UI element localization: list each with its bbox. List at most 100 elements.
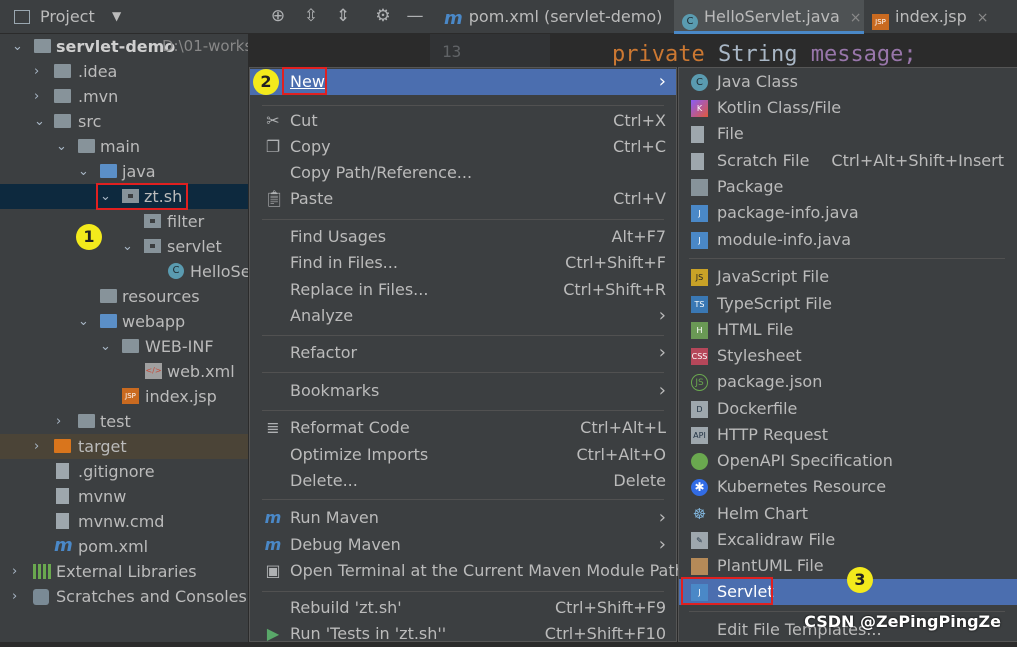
chevron-right-icon[interactable]: › xyxy=(56,409,61,434)
submenu-item-kotlin[interactable]: K Kotlin Class/File xyxy=(679,95,1017,121)
menu-item-copy[interactable]: ❐ Copy Ctrl+C xyxy=(250,134,676,160)
tree-node-mvnw-cmd[interactable]: mvnw.cmd xyxy=(0,509,248,534)
tree-node-index-jsp[interactable]: JSP index.jsp xyxy=(0,384,248,409)
menu-item-delete[interactable]: Delete... Delete xyxy=(250,468,676,494)
tree-label: test xyxy=(100,412,131,431)
tree-node-webapp[interactable]: ⌄ webapp xyxy=(0,309,248,334)
collapse-all-icon[interactable]: ⇕ xyxy=(333,6,353,26)
menu-item-cut[interactable]: ✂ Cut Ctrl+X xyxy=(250,108,676,134)
menu-item-run-tests[interactable]: ▶ Run 'Tests in 'zt.sh'' Ctrl+Shift+F10 xyxy=(250,621,676,647)
submenu-item-module-info[interactable]: Jmodule-info.java xyxy=(679,227,1017,253)
submenu-item-openapi[interactable]: OpenAPI Specification xyxy=(679,448,1017,474)
tree-node-mvn[interactable]: › .mvn xyxy=(0,84,248,109)
tree-node-external-libraries[interactable]: › External Libraries xyxy=(0,559,248,584)
tree-node-test[interactable]: › test xyxy=(0,409,248,434)
submenu-item-dockerfile[interactable]: D Dockerfile xyxy=(679,396,1017,422)
submenu-item-javascript[interactable]: JS JavaScript File xyxy=(679,264,1017,290)
submenu-item-excalidraw[interactable]: ✎ Excalidraw File xyxy=(679,527,1017,553)
menu-item-paste[interactable]: 📋︎ Paste Ctrl+V xyxy=(250,186,676,212)
java-class-icon: C xyxy=(691,74,708,91)
submenu-item-package-json[interactable]: JS package.json xyxy=(679,369,1017,395)
tree-node-gitignore[interactable]: .gitignore xyxy=(0,459,248,484)
chevron-down-icon[interactable]: ⌄ xyxy=(56,134,67,159)
submenu-item-stylesheet[interactable]: CSS Stylesheet xyxy=(679,343,1017,369)
tree-node-java[interactable]: ⌄ java xyxy=(0,159,248,184)
chevron-down-icon[interactable]: ⌄ xyxy=(78,309,89,334)
tree-label: pom.xml xyxy=(78,537,149,556)
submenu-item-kubernetes[interactable]: ✱ Kubernetes Resource xyxy=(679,474,1017,500)
tree-node-scratches[interactable]: › Scratches and Consoles xyxy=(0,584,248,609)
tree-node-filter[interactable]: filter xyxy=(0,209,248,234)
close-icon[interactable]: × xyxy=(850,10,862,26)
chevron-down-icon[interactable]: ▼ xyxy=(112,9,121,23)
menu-separator xyxy=(262,499,664,500)
submenu-item-file[interactable]: File xyxy=(679,121,1017,147)
tree-node-mvnw[interactable]: mvnw xyxy=(0,484,248,509)
menu-item-run-maven[interactable]: m Run Maven › xyxy=(250,505,676,531)
chevron-right-icon[interactable]: › xyxy=(34,84,39,109)
chevron-down-icon[interactable]: ⌄ xyxy=(122,234,133,259)
project-tree[interactable]: ⌄ servlet-demo D:\01-workspace\java\serv… xyxy=(0,34,248,642)
chevron-right-icon[interactable]: › xyxy=(34,434,39,459)
chevron-down-icon[interactable]: ⌄ xyxy=(34,109,45,134)
expand-all-icon[interactable]: ⇳ xyxy=(301,6,321,26)
menu-item-find-usages[interactable]: Find Usages Alt+F7 xyxy=(250,224,676,250)
context-menu[interactable]: New › ✂ Cut Ctrl+X ❐ Copy Ctrl+C Copy Path/Re… xyxy=(249,67,685,643)
nodejs-icon: JS xyxy=(691,374,708,391)
close-icon[interactable]: × xyxy=(977,10,989,26)
tree-node-target[interactable]: › target xyxy=(0,434,248,459)
docker-file-icon: D xyxy=(691,401,708,418)
chevron-right-icon[interactable]: › xyxy=(12,584,17,609)
submenu-item-helm-chart[interactable]: ☸ Helm Chart xyxy=(679,501,1017,527)
project-window-icon xyxy=(14,10,30,24)
menu-item-debug-maven[interactable]: m Debug Maven › xyxy=(250,532,676,558)
menu-item-rebuild[interactable]: Rebuild 'zt.sh' Ctrl+Shift+F9 xyxy=(250,595,676,621)
gear-icon[interactable]: ⚙ xyxy=(373,6,393,26)
tab-pom-xml[interactable]: mpom.xml (servlet-demo)× xyxy=(436,0,684,34)
chevron-right-icon[interactable]: › xyxy=(12,559,17,584)
chevron-down-icon[interactable]: ⌄ xyxy=(12,34,23,59)
new-submenu[interactable]: C Java Class K Kotlin Class/File File Scra… xyxy=(678,67,1017,642)
tree-node-servlet[interactable]: ⌄ servlet xyxy=(0,234,248,259)
tree-node-src[interactable]: ⌄ src xyxy=(0,109,248,134)
target-icon[interactable]: ⊕ xyxy=(268,6,288,26)
chevron-down-icon[interactable]: ⌄ xyxy=(78,159,89,184)
menu-item-find-in-files[interactable]: Find in Files... Ctrl+Shift+F xyxy=(250,250,676,276)
menu-item-refactor[interactable]: Refactor › xyxy=(250,340,676,366)
submenu-item-package-info[interactable]: Jpackage-info.java xyxy=(679,200,1017,226)
submenu-item-scratch-file[interactable]: Scratch File Ctrl+Alt+Shift+Insert xyxy=(679,148,1017,174)
tree-node-idea[interactable]: › .idea xyxy=(0,59,248,84)
tree-node-resources[interactable]: resources xyxy=(0,284,248,309)
maven-icon: m xyxy=(54,535,73,556)
tab-index-jsp[interactable]: JSP index.jsp × xyxy=(864,0,1017,34)
web-folder-icon xyxy=(100,314,117,328)
submenu-item-html[interactable]: H HTML File xyxy=(679,317,1017,343)
menu-item-optimize-imports[interactable]: Optimize Imports Ctrl+Alt+O xyxy=(250,442,676,468)
submenu-item-typescript[interactable]: TS TypeScript File xyxy=(679,291,1017,317)
menu-item-replace-in-files[interactable]: Replace in Files... Ctrl+Shift+R xyxy=(250,277,676,303)
menu-item-reformat-code[interactable]: ≣ Reformat Code Ctrl+Alt+L xyxy=(250,415,676,441)
tab-helloservlet-java[interactable]: C HelloServlet.java × xyxy=(674,0,864,34)
plantuml-icon xyxy=(691,558,708,575)
project-view-selector[interactable]: Project xyxy=(14,7,95,26)
tree-label: WEB-INF xyxy=(145,337,214,356)
menu-item-copy-path[interactable]: Copy Path/Reference... xyxy=(250,160,676,186)
submenu-item-package[interactable]: Package xyxy=(679,174,1017,200)
java-file-icon: J xyxy=(691,232,708,249)
menu-item-analyze[interactable]: Analyze › xyxy=(250,303,676,329)
tree-node-main[interactable]: ⌄ main xyxy=(0,134,248,159)
tree-node-helloservlet[interactable]: C HelloSe xyxy=(0,259,248,284)
menu-item-open-terminal[interactable]: ▣ Open Terminal at the Current Maven Modu… xyxy=(250,558,684,584)
xml-file-icon: </> xyxy=(145,363,162,379)
menu-item-bookmarks[interactable]: Bookmarks › xyxy=(250,378,676,404)
menu-separator xyxy=(262,105,664,106)
chevron-right-icon[interactable]: › xyxy=(34,59,39,84)
chevron-down-icon[interactable]: ⌄ xyxy=(100,334,111,359)
tree-node-web-xml[interactable]: </> web.xml xyxy=(0,359,248,384)
tree-node-web-inf[interactable]: ⌄ WEB-INF xyxy=(0,334,248,359)
minimize-icon[interactable]: — xyxy=(405,6,425,26)
tree-node-root[interactable]: ⌄ servlet-demo D:\01-workspace\java\serv… xyxy=(0,34,248,59)
submenu-item-java-class[interactable]: C Java Class xyxy=(679,69,1017,95)
submenu-item-http-request[interactable]: API HTTP Request xyxy=(679,422,1017,448)
tree-node-pom-xml[interactable]: m pom.xml xyxy=(0,534,248,559)
